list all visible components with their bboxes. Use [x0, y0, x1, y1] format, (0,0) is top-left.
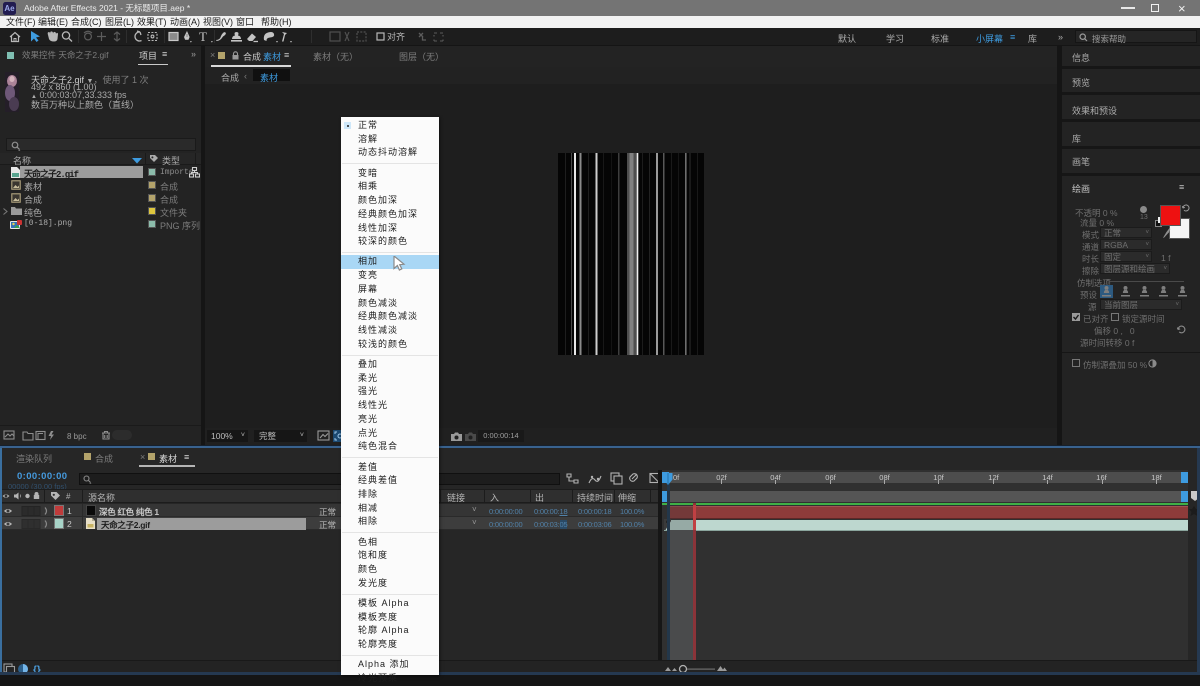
- svg-text:对齐: 对齐: [387, 31, 405, 42]
- svg-text:8 bpc: 8 bpc: [67, 432, 87, 441]
- svg-text:T: T: [199, 29, 207, 44]
